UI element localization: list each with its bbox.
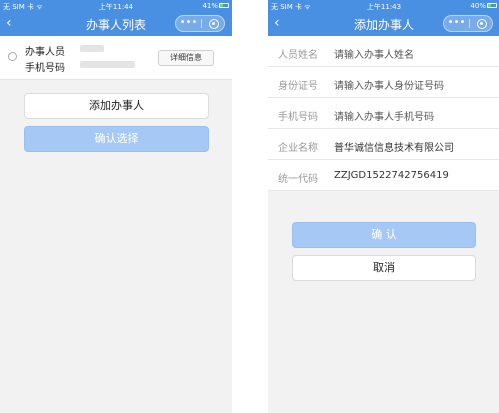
close-circle-icon[interactable] [477,19,487,29]
status-bar: 无 SIM 卡 ᯤ 上午11:44 41% [0,0,232,12]
agent-name-label: 办事人员 [25,47,65,58]
agent-phone-label: 手机号码 [25,63,65,74]
agent-form: 人员姓名 请输入办事人姓名 身份证号 请输入办事人身份证号码 手机号码 请输入办… [268,36,499,191]
nav-bar: ‹ 办事人列表 ••• [0,12,232,36]
code-row: 统一代码 ZZJGD1522742756419 [268,160,499,191]
id-number-input[interactable]: 请输入办事人身份证号码 [334,77,444,92]
detail-button[interactable]: 详细信息 [158,50,214,66]
confirm-button[interactable]: 确 认 [292,222,476,248]
battery-icon [219,3,229,8]
phone-input[interactable]: 请输入办事人手机号码 [334,108,434,123]
battery-percent: 40% [470,2,486,10]
redacted-name [80,45,104,52]
name-label: 人员姓名 [278,50,318,61]
agent-list-screen: 无 SIM 卡 ᯤ 上午11:44 41% ‹ 办事人列表 ••• 办事人员 手… [0,0,232,413]
battery-percent: 41% [202,2,218,10]
agent-list-item[interactable]: 办事人员 手机号码 详细信息 [0,36,232,80]
add-agent-button[interactable]: 添加办事人 [24,93,209,119]
code-label: 统一代码 [278,174,318,185]
id-row[interactable]: 身份证号 请输入办事人身份证号码 [268,67,499,98]
name-input[interactable]: 请输入办事人姓名 [334,46,414,61]
status-bar: 无 SIM 卡 ᯤ 上午11:43 40% [268,0,499,12]
company-value: 普华诚信信息技术有限公司 [334,143,454,154]
company-label: 企业名称 [278,143,318,154]
redacted-phone [80,61,135,68]
name-row[interactable]: 人员姓名 请输入办事人姓名 [268,36,499,67]
company-row: 企业名称 普华诚信信息技术有限公司 [268,129,499,160]
nav-bar: ‹ 添加办事人 ••• [268,12,499,36]
phone-label: 手机号码 [278,112,318,123]
clock-text: 上午11:43 [366,3,402,11]
more-icon[interactable]: ••• [444,16,469,30]
close-circle-icon[interactable] [209,19,219,29]
miniprogram-capsule: ••• [175,15,225,32]
confirm-selection-button[interactable]: 确认选择 [24,126,209,152]
capsule-divider [201,19,202,28]
add-agent-screen: 无 SIM 卡 ᯤ 上午11:43 40% ‹ 添加办事人 ••• 人员姓名 请… [268,0,499,413]
miniprogram-capsule: ••• [443,15,493,32]
more-icon[interactable]: ••• [176,16,201,30]
phone-row[interactable]: 手机号码 请输入办事人手机号码 [268,98,499,129]
clock-text: 上午11:44 [98,3,134,11]
select-radio[interactable] [8,52,17,61]
battery-icon [487,3,497,8]
cancel-button[interactable]: 取消 [292,255,476,281]
id-label: 身份证号 [278,81,318,92]
capsule-divider [469,19,470,28]
code-value: ZZJGD1522742756419 [334,170,449,181]
